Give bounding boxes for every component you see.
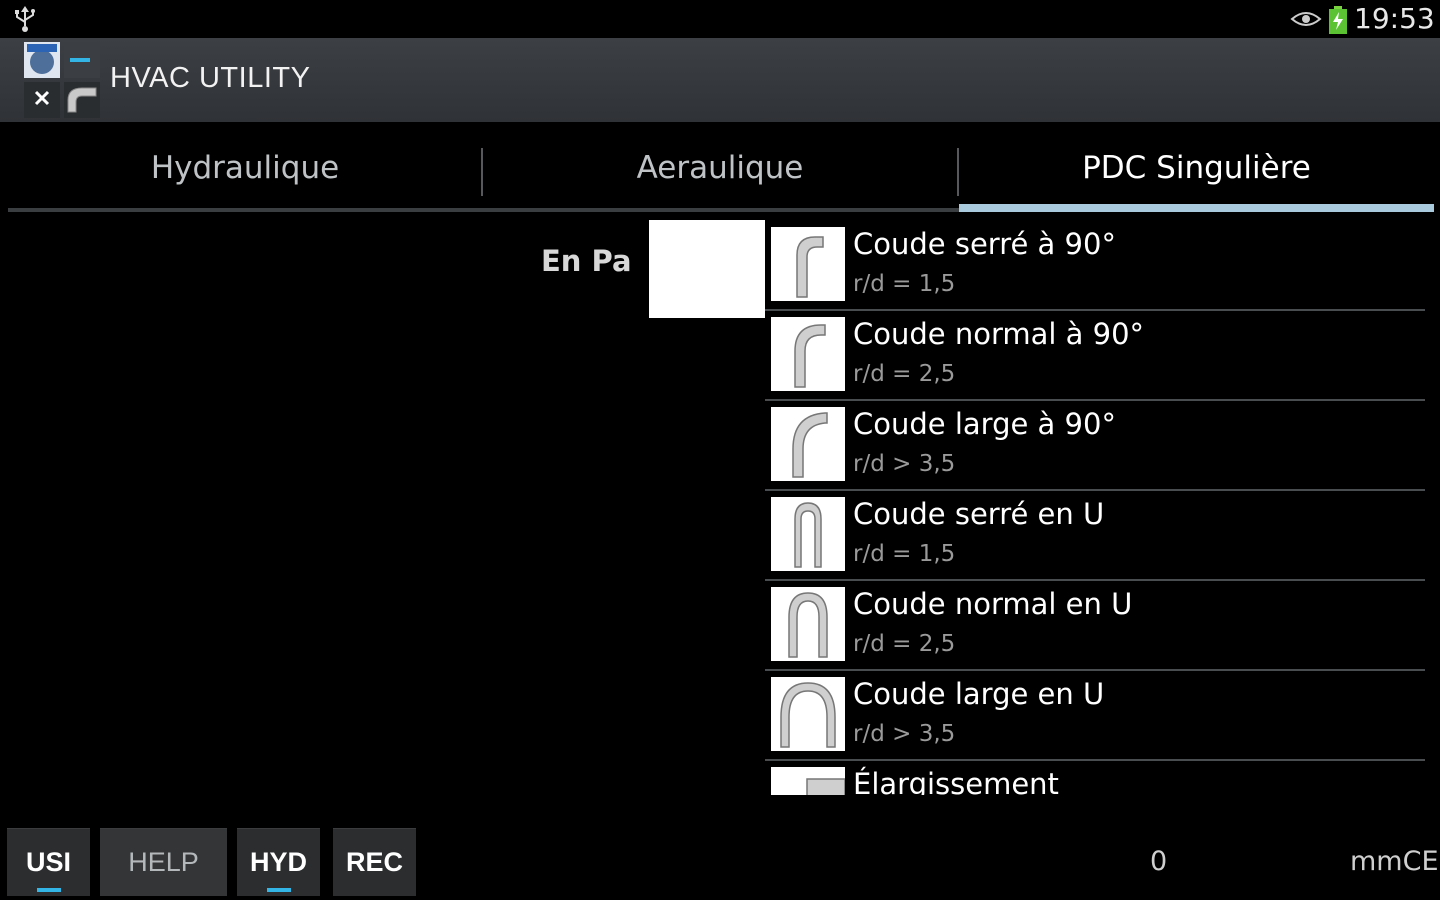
list-item[interactable]: Coude normal en U r/d = 2,5 bbox=[765, 581, 1425, 671]
pressure-value-field[interactable] bbox=[649, 220, 765, 318]
wide-elbow-90-icon bbox=[771, 407, 845, 481]
rec-button-label: REC bbox=[345, 847, 403, 877]
tight-elbow-90-icon bbox=[771, 227, 845, 301]
selected-indicator bbox=[266, 888, 291, 892]
action-bar: HVAC UTILITY bbox=[0, 38, 1440, 122]
item-subtitle: r/d = 2,5 bbox=[853, 631, 956, 657]
tight-u-bend-icon bbox=[771, 497, 845, 571]
usi-button[interactable]: USI bbox=[7, 828, 90, 896]
item-title: Coude large en U bbox=[853, 677, 1105, 711]
item-subtitle: r/d = 1,5 bbox=[853, 271, 956, 297]
normal-elbow-90-icon bbox=[771, 317, 845, 391]
wide-u-bend-icon bbox=[771, 677, 845, 751]
help-button-label: HELP bbox=[128, 847, 199, 877]
tab-pdc-singuliere[interactable]: PDC Singulière bbox=[959, 122, 1434, 214]
help-button[interactable]: HELP bbox=[100, 828, 227, 896]
item-subtitle: r/d = 2,5 bbox=[853, 361, 956, 387]
list-item[interactable]: Élargissement bbox=[765, 761, 1425, 795]
battery-charging-icon bbox=[1329, 6, 1347, 34]
result-unit: mmCE bbox=[1350, 846, 1439, 877]
list-item[interactable]: Coude serré en U r/d = 1,5 bbox=[765, 491, 1425, 581]
rec-button[interactable]: REC bbox=[333, 828, 416, 896]
item-title: Coude normal à 90° bbox=[853, 317, 1145, 351]
hyd-button[interactable]: HYD bbox=[237, 828, 320, 896]
hyd-button-label: HYD bbox=[249, 847, 307, 877]
tab-aeraulique[interactable]: Aeraulique bbox=[483, 122, 957, 214]
list-item[interactable]: Coude normal à 90° r/d = 2,5 bbox=[765, 311, 1425, 401]
usi-button-label: USI bbox=[25, 847, 71, 877]
item-subtitle: r/d > 3,5 bbox=[853, 721, 956, 747]
eye-icon bbox=[1290, 12, 1322, 26]
app-title: HVAC UTILITY bbox=[110, 62, 311, 94]
item-title: Coude normal en U bbox=[853, 587, 1133, 621]
tab-active-indicator bbox=[959, 204, 1434, 212]
item-title: Coude large à 90° bbox=[853, 407, 1116, 441]
normal-u-bend-icon bbox=[771, 587, 845, 661]
selected-indicator bbox=[36, 888, 61, 892]
item-title: Coude serré en U bbox=[853, 497, 1105, 531]
list-item[interactable]: Coude serré à 90° r/d = 1,5 bbox=[765, 221, 1425, 311]
usb-icon bbox=[15, 6, 35, 32]
app-icon[interactable] bbox=[24, 42, 100, 118]
item-subtitle: r/d = 1,5 bbox=[853, 541, 956, 567]
clock: 19:53 bbox=[1354, 2, 1435, 35]
item-title: Coude serré à 90° bbox=[853, 227, 1116, 261]
enlargement-icon bbox=[771, 767, 845, 795]
status-bar: 19:53 bbox=[0, 0, 1440, 38]
item-subtitle: r/d > 3,5 bbox=[853, 451, 956, 477]
list-item[interactable]: Coude large à 90° r/d > 3,5 bbox=[765, 401, 1425, 491]
unit-label: En Pa bbox=[541, 244, 632, 278]
item-title: Élargissement bbox=[853, 767, 1059, 795]
tab-hydraulique[interactable]: Hydraulique bbox=[8, 122, 482, 214]
unselected-indicator bbox=[362, 888, 387, 892]
list-item[interactable]: Coude large en U r/d > 3,5 bbox=[765, 671, 1425, 761]
result-value: 0 bbox=[1150, 846, 1168, 877]
fittings-list[interactable]: Coude serré à 90° r/d = 1,5 Coude normal… bbox=[765, 221, 1425, 795]
tab-bar: Hydraulique Aeraulique PDC Singulière bbox=[0, 122, 1440, 214]
